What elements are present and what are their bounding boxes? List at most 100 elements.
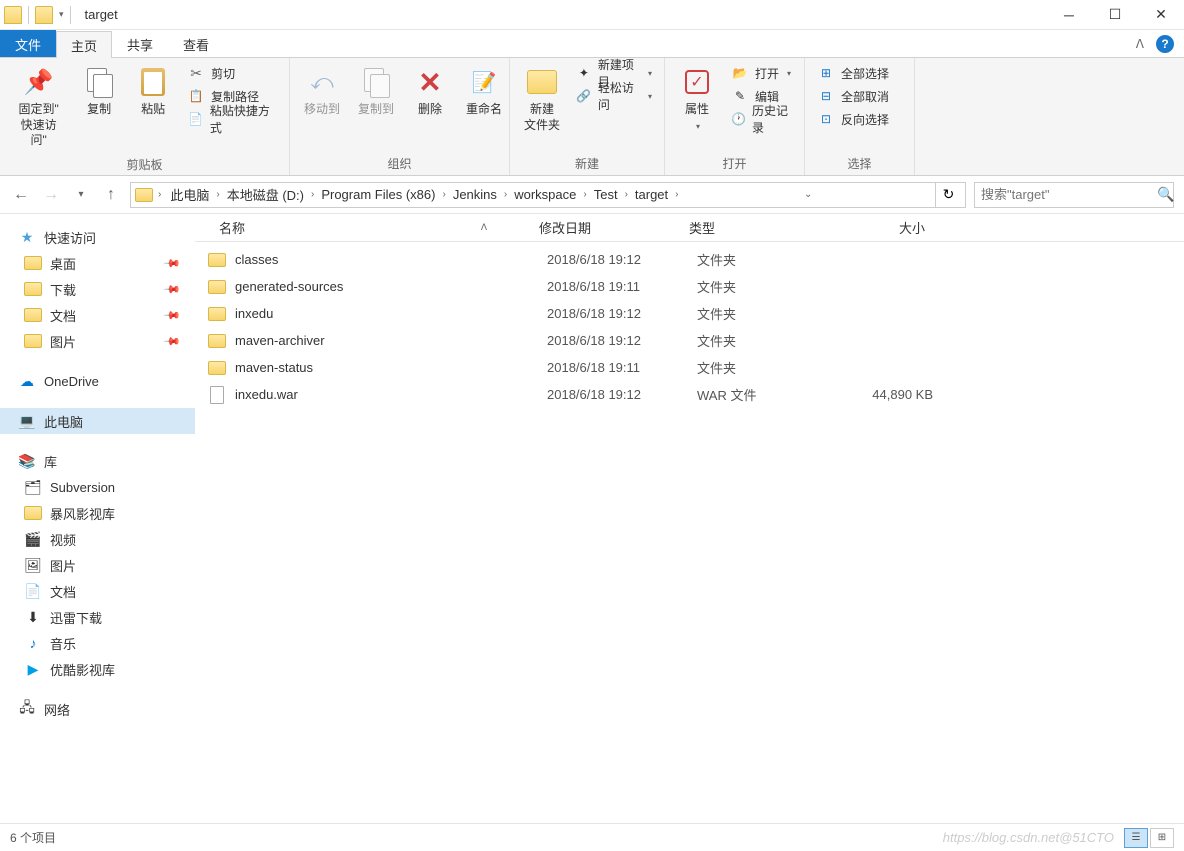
breadcrumb-item[interactable]: Jenkins <box>449 183 501 207</box>
close-button[interactable]: ✕ <box>1138 0 1184 30</box>
new-folder-button[interactable]: 新建 文件夹 <box>518 62 566 137</box>
breadcrumb-item[interactable]: 本地磁盘 (D:) <box>223 183 308 207</box>
chevron-right-icon[interactable]: › <box>622 189 631 200</box>
move-to-button[interactable]: ⤺ 移动到 <box>298 62 346 122</box>
up-button[interactable]: ↑ <box>100 184 122 206</box>
nav-storm[interactable]: 暴风影视库 <box>0 500 195 526</box>
recent-dropdown[interactable]: ▾ <box>70 184 92 206</box>
history-icon: 🕐 <box>731 110 746 128</box>
chevron-right-icon[interactable]: › <box>213 189 222 200</box>
watermark: https://blog.csdn.net@51CTO <box>943 830 1114 845</box>
scissors-icon: ✂ <box>187 64 205 82</box>
file-row[interactable]: inxedu2018/6/18 19:12文件夹 <box>195 300 1184 327</box>
tab-home[interactable]: 主页 <box>56 31 112 58</box>
address-bar[interactable]: › 此电脑›本地磁盘 (D:)›Program Files (x86)›Jenk… <box>130 182 966 208</box>
nav-documents2[interactable]: 📄文档 <box>0 578 195 604</box>
forward-button[interactable]: → <box>40 184 62 206</box>
navigation-pane[interactable]: ★快速访问 桌面📌 下载📌 文档📌 图片📌 ☁OneDrive 💻此电脑 📚库 … <box>0 214 195 818</box>
folder-icon <box>207 304 227 324</box>
svn-icon: 🗂 <box>24 478 42 496</box>
chevron-right-icon[interactable]: › <box>501 189 510 200</box>
chevron-right-icon[interactable]: › <box>308 189 317 200</box>
maximize-button[interactable]: ☐ <box>1092 0 1138 30</box>
nav-video[interactable]: 🎬视频 <box>0 526 195 552</box>
addr-dropdown-icon[interactable]: ⌄ <box>801 189 815 200</box>
nav-this-pc[interactable]: 💻此电脑 <box>0 408 195 434</box>
pin-to-quick-access-button[interactable]: 📌 固定到" 快速访问" <box>8 62 69 153</box>
download-icon: ⬇ <box>24 608 42 626</box>
col-header-name[interactable]: 名称ᐱ <box>207 218 527 237</box>
breadcrumb-item[interactable]: Program Files (x86) <box>317 183 439 207</box>
nav-network[interactable]: 🖧网络 <box>0 696 195 722</box>
nav-pictures2[interactable]: 🖼图片 <box>0 552 195 578</box>
delete-button[interactable]: ✕ 删除 <box>406 62 454 122</box>
copy-button[interactable]: 复制 <box>75 62 123 122</box>
app-icon[interactable] <box>4 6 22 24</box>
nav-desktop[interactable]: 桌面📌 <box>0 250 195 276</box>
chevron-right-icon[interactable]: › <box>580 189 589 200</box>
file-row[interactable]: classes2018/6/18 19:12文件夹 <box>195 246 1184 273</box>
nav-pictures[interactable]: 图片📌 <box>0 328 195 354</box>
help-icon[interactable]: ? <box>1156 35 1174 53</box>
paste-shortcut-button[interactable]: 📄粘贴快捷方式 <box>183 108 281 130</box>
file-type: 文件夹 <box>685 358 835 377</box>
search-input[interactable] <box>981 187 1157 202</box>
nav-onedrive[interactable]: ☁OneDrive <box>0 368 195 394</box>
col-header-date[interactable]: 修改日期 <box>527 218 677 237</box>
open-button[interactable]: 📂打开▾ <box>727 62 796 84</box>
refresh-button[interactable]: ↻ <box>935 183 961 207</box>
history-button[interactable]: 🕐历史记录 <box>727 108 796 130</box>
file-row[interactable]: generated-sources2018/6/18 19:11文件夹 <box>195 273 1184 300</box>
rename-button[interactable]: 📝 重命名 <box>460 62 508 122</box>
paste-button[interactable]: 粘贴 <box>129 62 177 122</box>
chevron-right-icon[interactable]: › <box>439 189 448 200</box>
file-date: 2018/6/18 19:11 <box>535 279 685 294</box>
details-view-button[interactable]: ☰ <box>1124 828 1148 848</box>
file-row[interactable]: maven-archiver2018/6/18 19:12文件夹 <box>195 327 1184 354</box>
breadcrumb-item[interactable]: 此电脑 <box>166 183 213 207</box>
properties-button[interactable]: ✓ 属性 ▾ <box>673 62 721 135</box>
minimize-button[interactable]: ─ <box>1046 0 1092 30</box>
tab-view[interactable]: 查看 <box>168 30 224 57</box>
file-row[interactable]: inxedu.war2018/6/18 19:12WAR 文件44,890 KB <box>195 381 1184 408</box>
cut-button[interactable]: ✂剪切 <box>183 62 281 84</box>
chevron-right-icon[interactable]: › <box>155 189 164 200</box>
breadcrumb-item[interactable]: workspace <box>510 183 580 207</box>
easy-access-button[interactable]: 🔗轻松访问▾ <box>572 85 656 107</box>
folder-icon <box>135 188 153 202</box>
back-button[interactable]: ← <box>10 184 32 206</box>
nav-quick-access[interactable]: ★快速访问 <box>0 224 195 250</box>
tab-share[interactable]: 共享 <box>112 30 168 57</box>
search-box[interactable]: 🔍 <box>974 182 1174 208</box>
shortcut-icon: 📄 <box>187 110 204 128</box>
nav-downloads[interactable]: 下载📌 <box>0 276 195 302</box>
group-label: 剪贴板 <box>8 153 281 176</box>
nav-library[interactable]: 📚库 <box>0 448 195 474</box>
nav-xunlei[interactable]: ⬇迅雷下载 <box>0 604 195 630</box>
column-headers: 名称ᐱ 修改日期 类型 大小 <box>195 214 1184 242</box>
separator <box>28 6 29 24</box>
nav-youku[interactable]: ▶优酷影视库 <box>0 656 195 682</box>
qat-dropdown-icon[interactable]: ▾ <box>59 9 64 20</box>
breadcrumb-item[interactable]: target <box>631 183 672 207</box>
file-list[interactable]: classes2018/6/18 19:12文件夹generated-sourc… <box>195 242 1184 818</box>
nav-music[interactable]: ♪音乐 <box>0 630 195 656</box>
search-icon[interactable]: 🔍 <box>1157 186 1174 203</box>
copy-to-button[interactable]: 复制到 <box>352 62 400 122</box>
chevron-right-icon[interactable]: › <box>672 189 681 200</box>
col-header-size[interactable]: 大小 <box>827 218 937 237</box>
group-select: ⊞全部选择 ⊟全部取消 ⊡反向选择 选择 <box>805 58 915 175</box>
file-row[interactable]: maven-status2018/6/18 19:11文件夹 <box>195 354 1184 381</box>
select-none-button[interactable]: ⊟全部取消 <box>813 85 893 107</box>
tab-file[interactable]: 文件 <box>0 30 56 57</box>
select-all-button[interactable]: ⊞全部选择 <box>813 62 893 84</box>
col-header-type[interactable]: 类型 <box>677 218 827 237</box>
cloud-icon: ☁ <box>18 372 36 390</box>
icons-view-button[interactable]: ⊞ <box>1150 828 1174 848</box>
nav-subversion[interactable]: 🗂Subversion <box>0 474 195 500</box>
invert-selection-button[interactable]: ⊡反向选择 <box>813 108 893 130</box>
nav-documents[interactable]: 文档📌 <box>0 302 195 328</box>
breadcrumb-item[interactable]: Test <box>590 183 622 207</box>
collapse-ribbon-icon[interactable]: ᐱ <box>1136 37 1144 51</box>
folder-icon[interactable] <box>35 6 53 24</box>
